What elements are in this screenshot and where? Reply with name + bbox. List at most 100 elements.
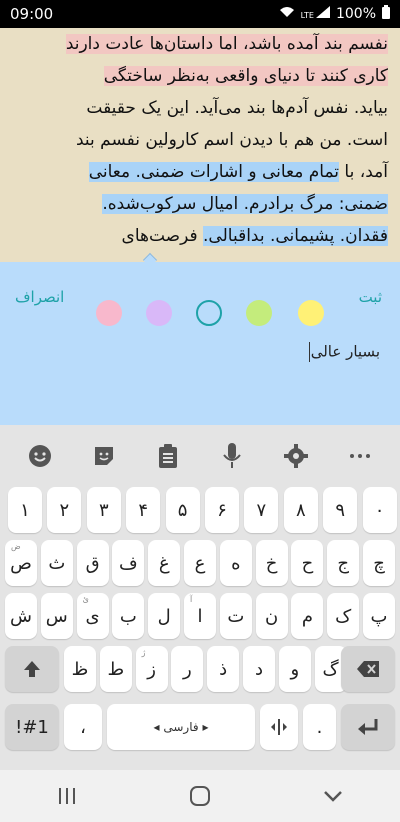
text-segment[interactable]: آمد، با: [339, 162, 388, 182]
backspace-key[interactable]: [341, 646, 395, 692]
text-segment[interactable]: بیاید. نفس آدم‌ها بند می‌آید. این یک حقی…: [86, 98, 388, 118]
key-letter[interactable]: ظ: [64, 646, 96, 692]
mic-icon[interactable]: [214, 438, 250, 474]
key-hint: ئ: [82, 595, 89, 604]
key-letter[interactable]: ضص: [5, 540, 37, 586]
battery-icon: [382, 5, 390, 23]
color-swatch[interactable]: [96, 300, 122, 326]
key-digit[interactable]: ۸: [283, 487, 318, 533]
key-digit[interactable]: ۴: [126, 487, 161, 533]
enter-key[interactable]: [341, 704, 395, 750]
color-swatch[interactable]: [298, 300, 324, 326]
key-letter[interactable]: ه: [219, 540, 252, 586]
note-text: بسیار عالی: [310, 342, 380, 361]
space-label: ◂ فارسی ▸: [153, 720, 209, 734]
text-segment[interactable]: فرصت‌های: [122, 226, 204, 246]
key-letter[interactable]: د: [243, 646, 275, 692]
key-letter[interactable]: ت: [219, 593, 252, 639]
key-letter[interactable]: آا: [184, 593, 216, 639]
cursor-control-key[interactable]: [260, 704, 298, 750]
text-line[interactable]: نفسم بند آمده باشد، اما داستان‌ها عادت د…: [12, 28, 388, 60]
key-digit[interactable]: ۷: [244, 487, 279, 533]
key-letter[interactable]: ژز: [135, 646, 168, 692]
highlighted-text[interactable]: کاری کنند تا دنیای واقعی به‌نظر ساختگی: [103, 66, 388, 86]
key-label: پ: [370, 605, 388, 627]
key-letter[interactable]: خ: [255, 540, 288, 586]
emoji-icon[interactable]: [22, 438, 58, 474]
key-digit[interactable]: ۲: [47, 487, 82, 533]
key-letter[interactable]: ش: [5, 593, 37, 639]
key-label: چ: [373, 552, 385, 574]
text-segment[interactable]: است. من هم با دیدن اسم کارولین نفسم بند: [76, 130, 388, 150]
text-line[interactable]: کاری کنند تا دنیای واقعی به‌نظر ساختگی: [12, 60, 388, 92]
key-letter[interactable]: ث: [40, 540, 73, 586]
key-letter[interactable]: پ: [363, 593, 395, 639]
save-button[interactable]: ثبت: [359, 288, 382, 306]
note-input[interactable]: بسیار عالی: [20, 342, 380, 362]
text-line[interactable]: آمد، با تمام معانی و اشارات ضمنی. معانی: [12, 156, 388, 188]
status-bar: 09:00 LTE 100%: [0, 0, 400, 28]
key-digit[interactable]: ۱: [8, 487, 42, 533]
color-swatch[interactable]: [246, 300, 272, 326]
highlighted-text[interactable]: نفسم بند آمده باشد، اما داستان‌ها عادت د…: [65, 34, 388, 54]
key-letter[interactable]: ل: [148, 593, 181, 639]
key-letter[interactable]: ک: [327, 593, 360, 639]
key-letter[interactable]: ع: [184, 540, 216, 586]
cancel-button[interactable]: انصراف: [15, 288, 64, 306]
key-label: ت: [227, 605, 245, 627]
key-label: ۸: [295, 499, 306, 521]
key-hint: ژ: [141, 648, 146, 657]
key-digit[interactable]: ۶: [205, 487, 239, 533]
highlighted-text[interactable]: ضمنی: مرگ برادرم. امیال سرکوب‌شده.: [102, 194, 388, 214]
key-digit[interactable]: ۹: [323, 487, 358, 533]
key-letter[interactable]: غ: [148, 540, 181, 586]
text-line[interactable]: است. من هم با دیدن اسم کارولین نفسم بند: [12, 124, 388, 156]
key-label: ۹: [335, 499, 346, 521]
swatch-none[interactable]: [196, 300, 222, 326]
highlighted-text[interactable]: فقدان. پشیمانی. بداقبالی.: [203, 226, 388, 246]
settings-icon[interactable]: [278, 438, 314, 474]
key-letter[interactable]: ط: [99, 646, 132, 692]
key-letter[interactable]: ر: [171, 646, 204, 692]
key-letter[interactable]: ف: [112, 540, 145, 586]
clipboard-icon[interactable]: [150, 438, 186, 474]
key-label: ز: [147, 658, 156, 680]
text-line[interactable]: بیاید. نفس آدم‌ها بند می‌آید. این یک حقی…: [12, 92, 388, 124]
key-label: ۲: [59, 499, 70, 521]
hide-keyboard-button[interactable]: [313, 776, 353, 816]
key-letter[interactable]: ح: [291, 540, 324, 586]
more-icon[interactable]: [342, 438, 378, 474]
reader-text[interactable]: نفسم بند آمده باشد، اما داستان‌ها عادت د…: [0, 28, 400, 252]
key-letter[interactable]: ئی: [76, 593, 109, 639]
key-digit[interactable]: ۵: [165, 487, 200, 533]
period-key[interactable]: .: [303, 704, 336, 750]
key-label: ۳: [98, 499, 109, 521]
sticker-icon[interactable]: [86, 438, 122, 474]
key-digit[interactable]: ۳: [86, 487, 121, 533]
key-letter[interactable]: م: [291, 593, 324, 639]
key-letter[interactable]: ق: [76, 540, 109, 586]
text-line[interactable]: فقدان. پشیمانی. بداقبالی. فرصت‌های: [12, 220, 388, 252]
shift-key[interactable]: [5, 646, 59, 692]
highlighted-text[interactable]: تمام معانی و اشارات ضمنی. معانی: [88, 162, 340, 182]
reader-content[interactable]: نفسم بند آمده باشد، اما داستان‌ها عادت د…: [0, 28, 400, 266]
symbols-key[interactable]: !#1: [5, 704, 59, 750]
key-letter[interactable]: ذ: [207, 646, 240, 692]
text-line[interactable]: ضمنی: مرگ برادرم. امیال سرکوب‌شده.: [12, 188, 388, 220]
key-digit[interactable]: ۰: [362, 487, 397, 533]
key-letter[interactable]: ب: [112, 593, 145, 639]
comma-key[interactable]: ،: [64, 704, 102, 750]
color-swatch[interactable]: [146, 300, 172, 326]
recent-apps-button[interactable]: [47, 776, 87, 816]
note-panel: انصراف ثبت بسیار عالی: [0, 262, 400, 425]
key-label: د: [254, 658, 263, 680]
key-letter[interactable]: ج: [327, 540, 360, 586]
key-letter[interactable]: س: [40, 593, 73, 639]
key-label: گ: [322, 658, 339, 680]
key-letter[interactable]: و: [278, 646, 311, 692]
space-key[interactable]: ◂ فارسی ▸: [107, 704, 255, 750]
home-button[interactable]: [180, 776, 220, 816]
key-letter[interactable]: چ: [363, 540, 395, 586]
note-toolbar: انصراف ثبت: [0, 280, 400, 326]
key-letter[interactable]: ن: [255, 593, 288, 639]
